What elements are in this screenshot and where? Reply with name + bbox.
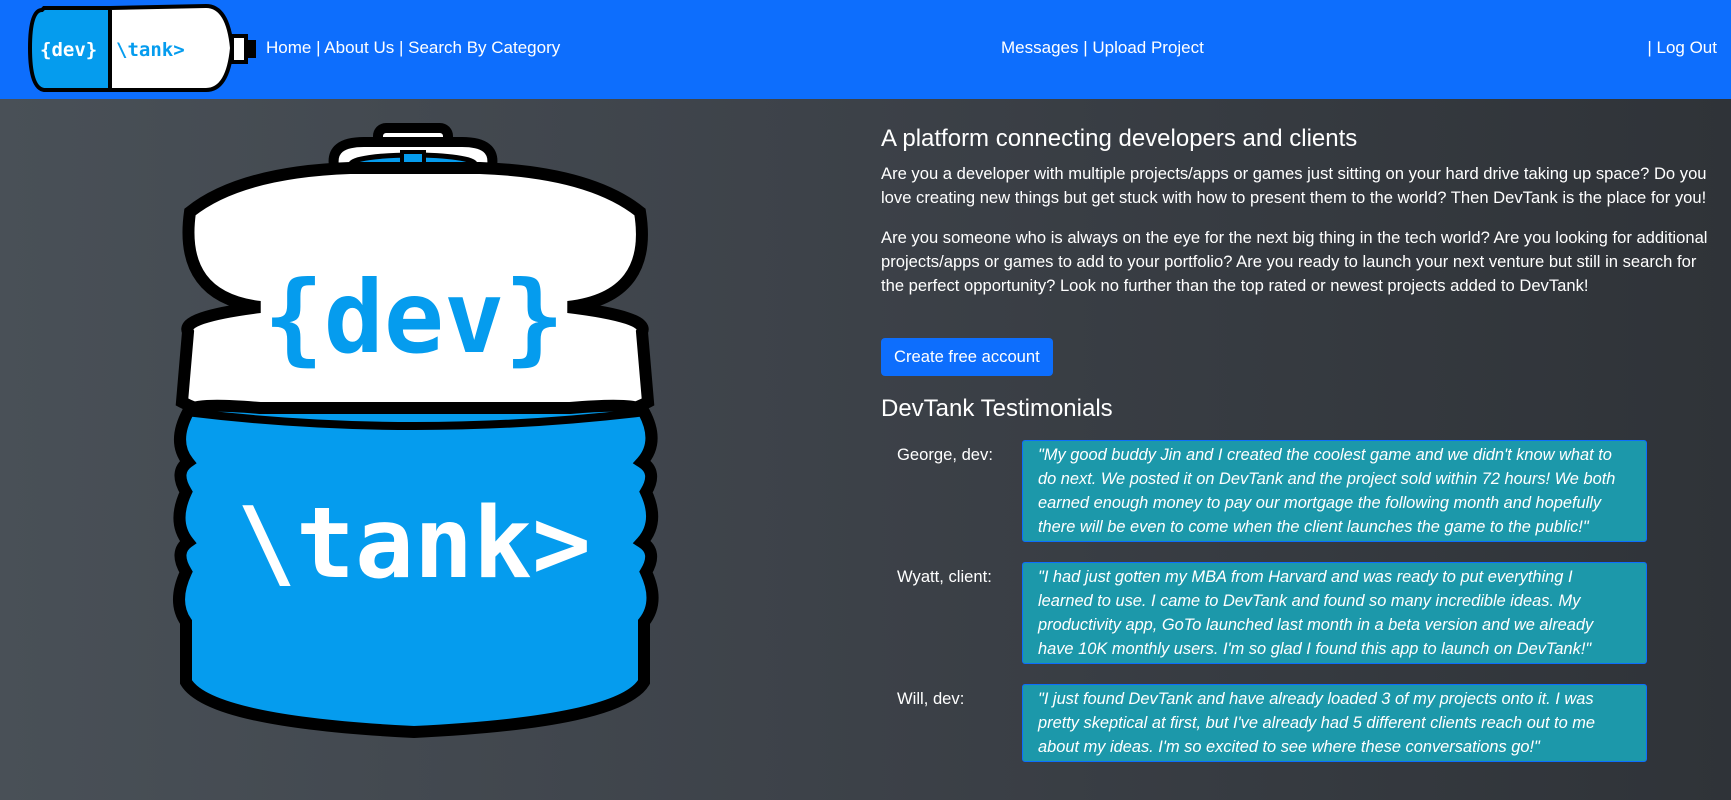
testimonial-author: George, dev: (897, 445, 993, 464)
logo-tank-text: \tank> (116, 39, 185, 61)
testimonial-quote: "I had just gotten my MBA from Harvard a… (1022, 562, 1647, 664)
logo-dev-text: {dev} (40, 39, 97, 61)
testimonial-item: Will, dev: "I just found DevTank and hav… (881, 684, 1721, 764)
navbar: {dev} \tank> Home | About Us | Search By… (0, 0, 1731, 99)
hero-tank-text: \tank> (237, 487, 591, 601)
intro-paragraph-clients: Are you someone who is always on the eye… (881, 228, 1708, 295)
nav-left-links: Home | About Us | Search By Category (266, 38, 560, 58)
create-account-button[interactable]: Create free account (881, 338, 1053, 376)
nav-about-link[interactable]: About Us (324, 38, 394, 57)
devtank-logo-small[interactable]: {dev} \tank> (28, 2, 260, 94)
nav-search-category-link[interactable]: Search By Category (408, 38, 560, 57)
nav-center-links: Messages | Upload Project (1001, 38, 1204, 58)
nav-right-links: | Log Out (1647, 38, 1717, 58)
nav-separator: | (1647, 38, 1652, 57)
nav-separator: | (1083, 38, 1093, 57)
testimonial-item: George, dev: "My good buddy Jin and I cr… (881, 440, 1721, 550)
testimonial-quote: "I just found DevTank and have already l… (1022, 684, 1647, 762)
testimonial-item: Wyatt, client: "I had just gotten my MBA… (881, 562, 1721, 672)
testimonial-quote: "My good buddy Jin and I created the coo… (1022, 440, 1647, 542)
testimonial-author: Will, dev: (897, 689, 965, 708)
page-headline: A platform connecting developers and cli… (881, 125, 1358, 152)
nav-logout-link[interactable]: Log Out (1657, 38, 1718, 57)
testimonial-author: Wyatt, client: (897, 567, 992, 586)
devtank-hero-logo: {dev} \tank> (173, 123, 659, 739)
intro-paragraph-developers: Are you a developer with multiple projec… (881, 164, 1707, 207)
nav-home-link[interactable]: Home (266, 38, 311, 57)
nav-messages-link[interactable]: Messages (1001, 38, 1078, 57)
nav-separator: | (398, 38, 409, 57)
nav-upload-project-link[interactable]: Upload Project (1092, 38, 1204, 57)
testimonials-title: DevTank Testimonials (881, 395, 1113, 422)
hero-dev-text: {dev} (263, 259, 564, 376)
main-content: A platform connecting developers and cli… (881, 124, 1721, 776)
